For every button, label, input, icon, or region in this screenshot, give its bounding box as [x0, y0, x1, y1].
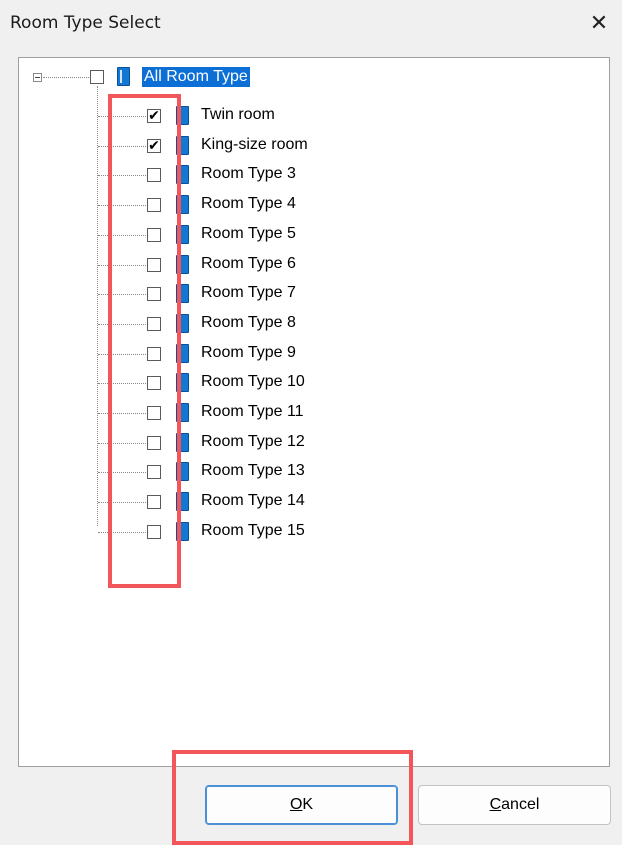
root-checkbox[interactable] — [90, 70, 104, 84]
room-type-label: Room Type 10 — [201, 373, 305, 390]
room-type-label: Room Type 5 — [201, 225, 296, 242]
room-type-label: King-size room — [201, 136, 308, 153]
checkbox-column-highlight — [108, 94, 181, 588]
room-type-label: Room Type 9 — [201, 344, 296, 361]
root-room-icon — [117, 67, 130, 86]
collapse-icon[interactable] — [33, 73, 42, 82]
ok-button-highlight — [172, 750, 413, 845]
close-icon[interactable]: ✕ — [584, 8, 614, 38]
room-type-label: Twin room — [201, 106, 275, 123]
room-type-label: Room Type 14 — [201, 492, 305, 509]
window-title: Room Type Select — [10, 13, 161, 33]
room-type-label: Room Type 13 — [201, 462, 305, 479]
cancel-button[interactable]: Cancel — [418, 785, 611, 825]
room-type-label: Room Type 4 — [201, 195, 296, 212]
room-type-label: Room Type 11 — [201, 403, 304, 420]
title-bar: Room Type Select ✕ — [0, 0, 622, 50]
room-type-label: Room Type 6 — [201, 255, 296, 272]
room-type-label: Room Type 7 — [201, 284, 296, 301]
room-type-label: Room Type 8 — [201, 314, 296, 331]
root-label[interactable]: All Room Type — [142, 67, 250, 87]
room-type-tree[interactable]: All Room Type ✔ Twin room ✔ King-size room R… — [18, 57, 610, 767]
room-type-label: Room Type 15 — [201, 522, 305, 539]
room-type-label: Room Type 12 — [201, 433, 305, 450]
room-type-label: Room Type 3 — [201, 165, 296, 182]
